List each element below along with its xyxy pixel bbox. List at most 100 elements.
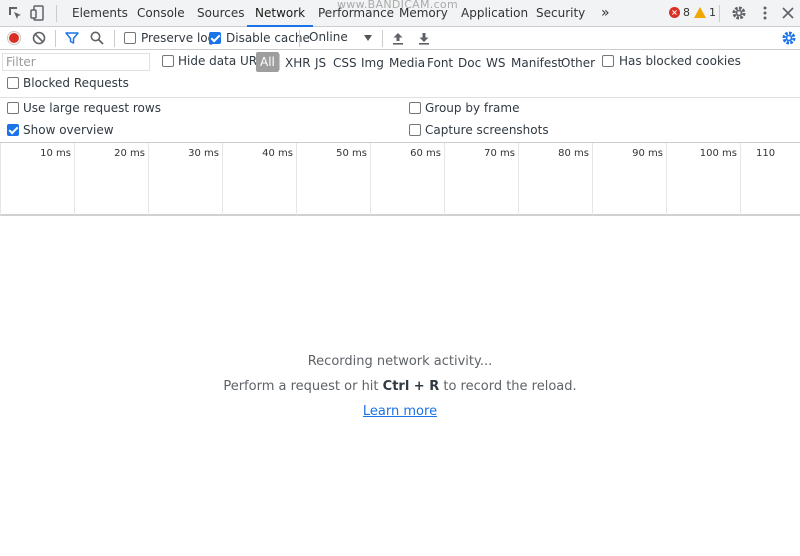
type-filter-other[interactable]: Other xyxy=(561,56,595,70)
type-filter-css[interactable]: CSS xyxy=(333,56,357,70)
recording-watermark: www.BANDICAM.com xyxy=(337,0,458,11)
group-by-frame-checkbox[interactable] xyxy=(409,102,421,114)
learn-more-link[interactable]: Learn more xyxy=(363,404,437,419)
search-icon[interactable] xyxy=(89,30,105,46)
overview-gridline xyxy=(370,143,371,215)
toolbar-divider xyxy=(719,5,720,22)
preserve-log-label[interactable]: Preserve log xyxy=(141,31,215,45)
overview-tick-label: 110 xyxy=(756,148,776,159)
hide-data-urls-checkbox[interactable] xyxy=(162,55,174,67)
blocked-requests-row: Blocked Requests xyxy=(0,74,800,98)
overview-tick-label: 70 ms xyxy=(484,148,515,159)
reload-hint: Perform a request or hit Ctrl + R to rec… xyxy=(0,379,800,394)
overview-gridline xyxy=(444,143,445,215)
type-filter-all[interactable]: All xyxy=(256,52,279,72)
overview-tick-label: 20 ms xyxy=(114,148,145,159)
clear-icon[interactable] xyxy=(31,30,47,46)
type-filter-manifest[interactable]: Manifest xyxy=(511,56,562,70)
throttling-select[interactable]: Online xyxy=(309,30,348,44)
show-overview-checkbox[interactable] xyxy=(7,124,19,136)
toolbar-divider xyxy=(55,30,56,47)
chevron-down-icon[interactable] xyxy=(364,35,372,41)
tab-elements[interactable]: Elements xyxy=(72,0,128,27)
overview-gridline xyxy=(296,143,297,215)
type-filter-ws[interactable]: WS xyxy=(486,56,505,70)
tab-security[interactable]: Security xyxy=(536,0,585,27)
overview-gridline xyxy=(0,143,1,215)
overview-tick-label: 10 ms xyxy=(40,148,71,159)
devtools-tab-bar: Elements Console Sources Network Perform… xyxy=(0,0,800,27)
error-count: 8 xyxy=(683,6,690,19)
learn-more-row: Learn more xyxy=(0,404,800,419)
overview-gridline xyxy=(74,143,75,215)
throttling-value: Online xyxy=(309,30,348,44)
tab-sources[interactable]: Sources xyxy=(197,0,244,27)
overview-gridline xyxy=(518,143,519,215)
use-large-rows-checkbox[interactable] xyxy=(7,102,19,114)
filter-icon[interactable] xyxy=(64,30,80,46)
tab-network[interactable]: Network xyxy=(247,0,314,27)
blocked-requests-label[interactable]: Blocked Requests xyxy=(23,76,129,90)
overview-tick-label: 100 ms xyxy=(699,148,737,159)
type-filter-img[interactable]: Img xyxy=(361,56,384,70)
more-tabs-button[interactable]: » xyxy=(601,0,610,27)
overview-gridline xyxy=(740,143,741,215)
filter-bar: Filter Hide data URLs All XHR JS CSS Img… xyxy=(0,50,800,74)
overview-gridline xyxy=(666,143,667,215)
toolbar-divider xyxy=(279,54,280,70)
filter-input[interactable]: Filter xyxy=(2,53,150,71)
overview-tick-label: 30 ms xyxy=(188,148,219,159)
error-badge[interactable]: × 8 xyxy=(669,6,690,19)
kebab-menu-icon[interactable] xyxy=(757,5,773,21)
reload-hint-prefix: Perform a request or hit xyxy=(223,379,383,394)
close-icon[interactable] xyxy=(780,5,796,21)
overview-tick-label: 50 ms xyxy=(336,148,367,159)
inspect-element-icon[interactable] xyxy=(7,5,23,21)
preserve-log-checkbox[interactable] xyxy=(124,32,136,44)
network-overview-timeline[interactable]: 10 ms 20 ms 30 ms 40 ms 50 ms 60 ms 70 m… xyxy=(0,142,800,216)
type-filter-xhr[interactable]: XHR xyxy=(285,56,311,70)
type-filter-doc[interactable]: Doc xyxy=(458,56,481,70)
network-toolbar: Preserve log Disable cache Online xyxy=(0,27,800,50)
export-har-download-icon[interactable] xyxy=(416,30,432,46)
overview-gridline xyxy=(222,143,223,215)
overview-tick-label: 40 ms xyxy=(262,148,293,159)
network-settings-gear-icon[interactable] xyxy=(781,30,797,46)
has-blocked-cookies-checkbox[interactable] xyxy=(602,55,614,67)
error-icon: × xyxy=(669,7,680,18)
overview-tick-label: 60 ms xyxy=(410,148,441,159)
reload-shortcut: Ctrl + R xyxy=(382,379,440,394)
overview-tick-label: 90 ms xyxy=(632,148,663,159)
device-toolbar-icon[interactable] xyxy=(30,5,46,21)
blocked-requests-checkbox[interactable] xyxy=(7,77,19,89)
network-empty-state: Recording network activity... Perform a … xyxy=(0,218,800,556)
settings-row-2: Show overview Capture screenshots xyxy=(0,120,800,144)
import-har-upload-icon[interactable] xyxy=(390,30,406,46)
use-large-rows-label[interactable]: Use large request rows xyxy=(23,101,161,115)
warning-badge[interactable]: 1 xyxy=(694,6,716,19)
overview-tick-label: 80 ms xyxy=(558,148,589,159)
capture-screenshots-label[interactable]: Capture screenshots xyxy=(425,123,549,137)
show-overview-label[interactable]: Show overview xyxy=(23,123,114,137)
record-icon[interactable] xyxy=(6,30,22,46)
disable-cache-checkbox[interactable] xyxy=(209,32,221,44)
type-filter-media[interactable]: Media xyxy=(389,56,425,70)
overview-gridline xyxy=(592,143,593,215)
toolbar-divider xyxy=(114,30,115,47)
settings-gear-icon[interactable] xyxy=(731,5,747,21)
toolbar-divider xyxy=(382,30,383,47)
toolbar-divider xyxy=(299,30,300,47)
warning-count: 1 xyxy=(709,6,716,19)
tab-application[interactable]: Application xyxy=(461,0,528,27)
overview-gridline xyxy=(148,143,149,215)
type-filter-js[interactable]: JS xyxy=(315,56,326,70)
reload-hint-suffix: to record the reload. xyxy=(439,379,577,394)
tab-console[interactable]: Console xyxy=(137,0,185,27)
warning-icon xyxy=(694,7,706,18)
has-blocked-cookies-label[interactable]: Has blocked cookies xyxy=(619,54,741,68)
capture-screenshots-checkbox[interactable] xyxy=(409,124,421,136)
settings-row-1: Use large request rows Group by frame xyxy=(0,97,800,121)
group-by-frame-label[interactable]: Group by frame xyxy=(425,101,519,115)
disable-cache-label[interactable]: Disable cache xyxy=(226,31,310,45)
type-filter-font[interactable]: Font xyxy=(427,56,453,70)
